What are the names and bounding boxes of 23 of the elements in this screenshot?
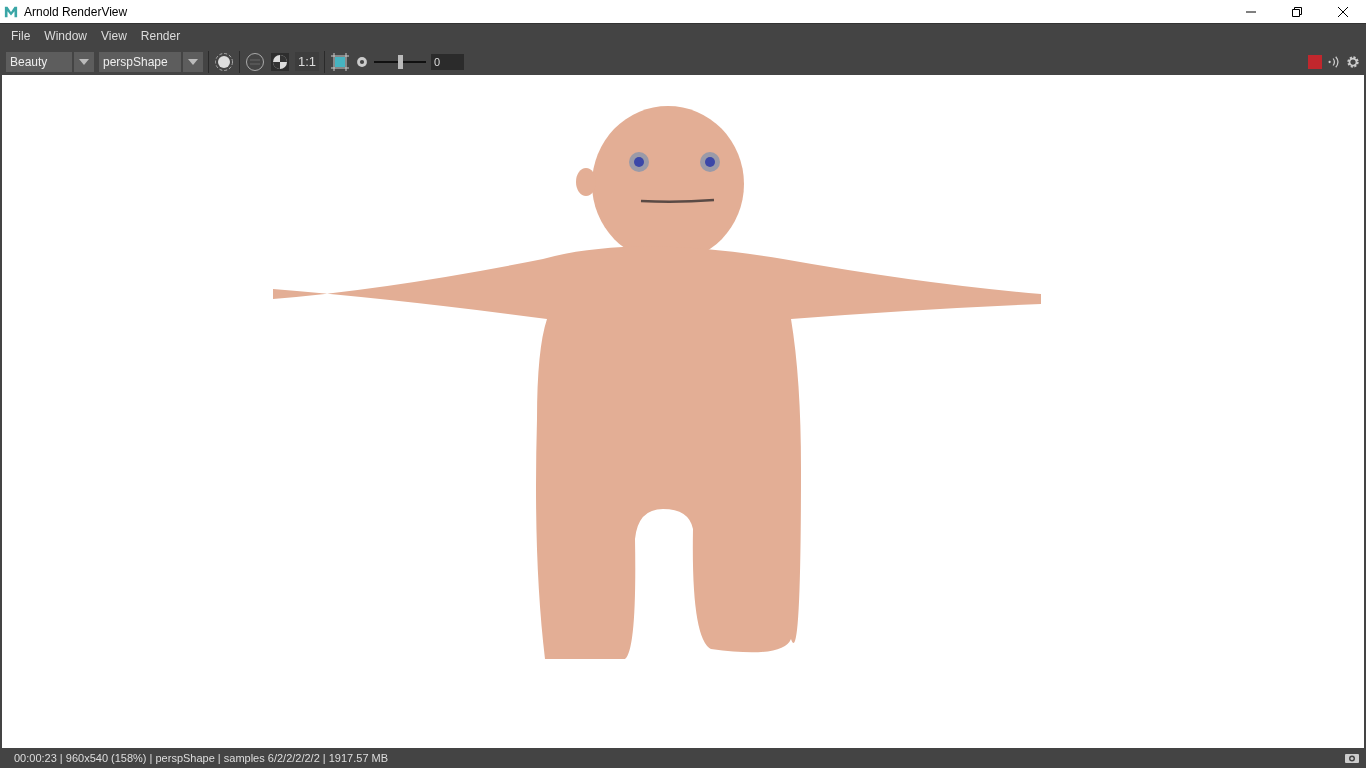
caret-icon [188,58,198,65]
checker-icon[interactable] [270,51,290,72]
broadcast-icon[interactable] [1327,54,1341,69]
camera-icon[interactable] [1344,752,1360,764]
app-logo-icon [4,4,18,19]
menu-item[interactable]: Render [133,29,188,43]
close-icon[interactable] [1337,5,1349,18]
exposure-field[interactable]: 0 [431,53,465,70]
aperture-icon[interactable] [355,54,370,69]
caret-icon [79,58,89,65]
camera-dropdown[interactable]: perspShape [99,51,203,72]
ratio-button[interactable]: 1:1 [295,52,320,71]
menu-item[interactable]: File [4,29,38,43]
menu-item[interactable]: Window [37,29,95,43]
aov-dropdown[interactable]: Beauty [6,51,94,72]
render-region-icon[interactable] [214,51,234,72]
crop-frame-icon[interactable] [330,51,351,72]
restore-icon[interactable] [1291,5,1303,18]
menu-item[interactable]: View [94,29,134,43]
settings-icon[interactable] [1346,54,1360,69]
window-title: Arnold RenderView [24,4,128,19]
exposure-slider[interactable] [374,53,427,70]
status-text: 00:00:23 | 960x540 (158%) | perspShape | samples 6/2/2/2/2/2 | 1917.57 MB [14,752,389,764]
